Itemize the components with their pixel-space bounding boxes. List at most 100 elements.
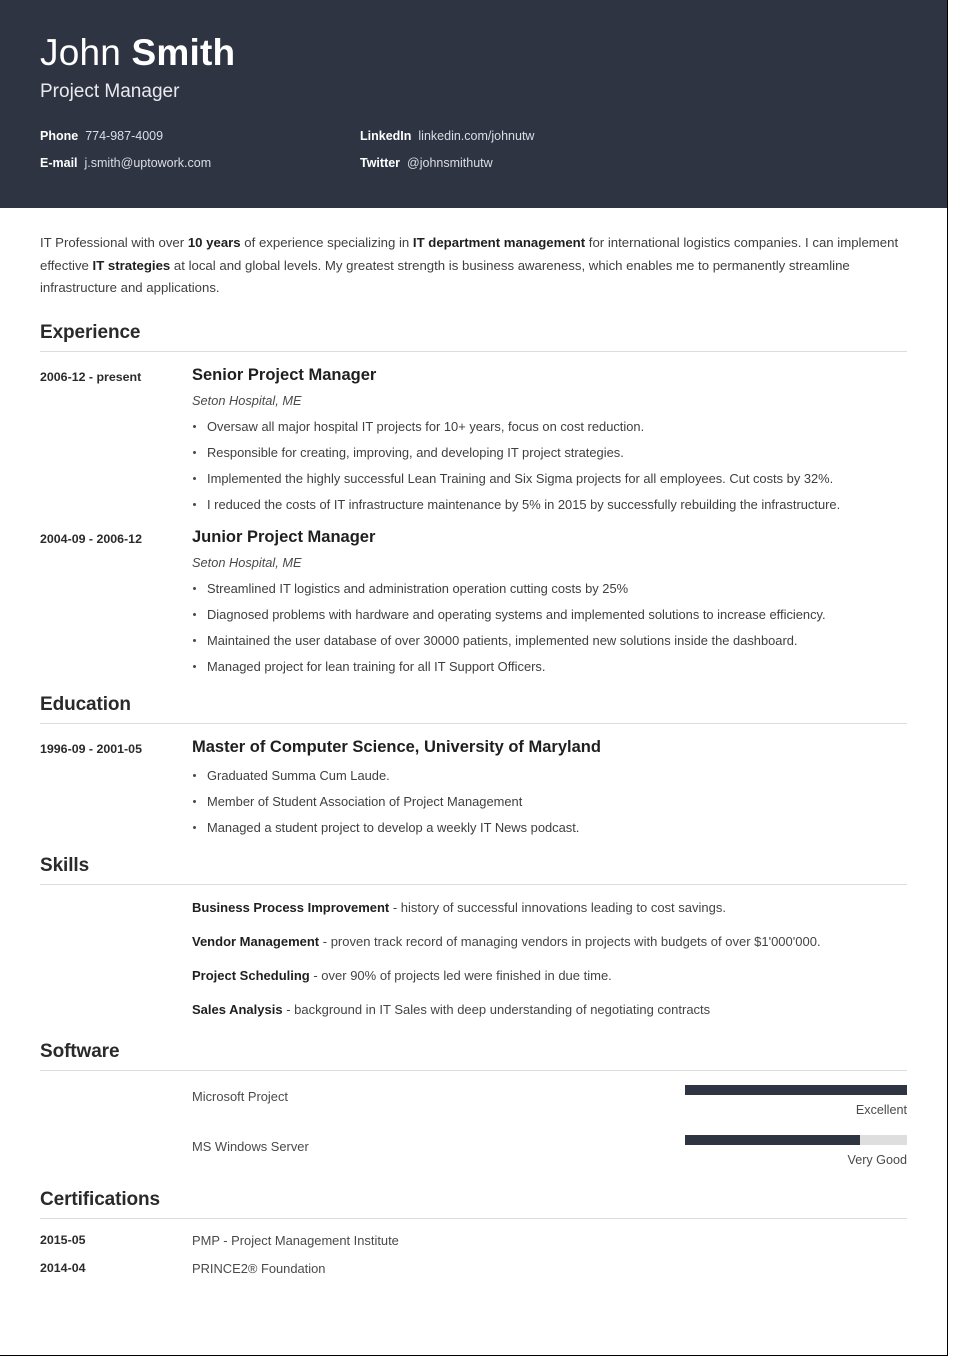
education-bullet-list: Graduated Summa Cum Laude. Member of Stu… [192, 766, 907, 837]
first-name: John [40, 32, 132, 73]
certification-date: 2015-05 [40, 1233, 86, 1248]
experience-company: Seton Hospital, ME [192, 555, 302, 571]
section-experience: Experience 2006-12 - present Senior Proj… [40, 322, 907, 676]
section-divider [40, 1070, 907, 1072]
skill-name: Business Process Improvement [192, 900, 390, 916]
section-divider [40, 884, 907, 886]
summary-part-1: IT Professional with over [40, 235, 188, 250]
resume-body: IT Professional with over 10 years of ex… [0, 232, 947, 1276]
experience-entry: 2004-09 - 2006-12 Junior Project Manager… [40, 528, 907, 676]
skill-description: - proven track record of managing vendor… [319, 933, 821, 949]
software-item: Microsoft Project Excellent [40, 1085, 907, 1117]
education-date: 1996-09 - 2001-05 [40, 741, 142, 756]
skill-description: - over 90% of projects led were finished… [309, 967, 612, 983]
certification-date: 2014-04 [40, 1261, 86, 1276]
section-certifications: Certifications 2015-05 PMP - Project Man… [40, 1189, 907, 1276]
experience-entry: 2006-12 - present Senior Project Manager… [40, 366, 907, 514]
summary-bold-2: IT department management [412, 235, 586, 250]
software-proficiency-meter: Very Good [685, 1135, 907, 1167]
resume-header: John Smith Project Manager Phone 774-987… [0, 0, 947, 208]
resume-page: John Smith Project Manager Phone 774-987… [0, 0, 948, 1356]
skill-name: Sales Analysis [192, 1001, 283, 1017]
skill-item: Vendor Management - proven track record … [40, 933, 907, 952]
contact-phone-label: Phone [40, 128, 79, 143]
software-level-label: Very Good [847, 1153, 907, 1168]
contact-twitter-value[interactable]: @johnsmithutw [407, 156, 493, 170]
layout-spacer [40, 967, 192, 986]
contact-email: E-mail j.smith@uptowork.com [40, 156, 360, 170]
summary-bold-3: IT strategies [92, 257, 171, 273]
layout-spacer [40, 1001, 192, 1020]
section-title-education: Education [40, 693, 131, 715]
section-education: Education 1996-09 - 2001-05 Master of Co… [40, 694, 907, 837]
experience-company: Seton Hospital, ME [192, 393, 302, 409]
section-title-skills: Skills [40, 855, 90, 877]
experience-details: Junior Project Manager Seton Hospital, M… [192, 528, 907, 676]
certification-name: PMP - Project Management Institute [192, 1233, 399, 1249]
proficiency-track [685, 1135, 907, 1146]
certification-item: 2014-04 PRINCE2® Foundation [40, 1261, 907, 1276]
contact-row: Phone 774-987-4009 LinkedIn linkedin.com… [40, 129, 907, 143]
contact-email-label: E-mail [40, 155, 78, 170]
contact-linkedin-label: LinkedIn [360, 128, 412, 143]
contact-linkedin: LinkedIn linkedin.com/johnutw [360, 129, 534, 143]
experience-role: Junior Project Manager [192, 528, 376, 547]
list-item: Streamlined IT logistics and administrat… [192, 579, 907, 598]
candidate-job-title: Project Manager [40, 80, 180, 102]
list-item: Graduated Summa Cum Laude. [192, 766, 907, 785]
list-item: Managed a student project to develop a w… [192, 818, 907, 837]
list-item: Oversaw all major hospital IT projects f… [192, 417, 907, 436]
candidate-name: John Smith [40, 32, 907, 73]
education-degree: Master of Computer Science, University o… [192, 737, 601, 756]
skill-name: Vendor Management [192, 933, 320, 949]
contact-twitter: Twitter @johnsmithutw [360, 156, 493, 170]
experience-bullet-list: Streamlined IT logistics and administrat… [192, 579, 907, 676]
list-item: Diagnosed problems with hardware and ope… [192, 605, 907, 624]
software-level-label: Excellent [855, 1103, 907, 1118]
contact-row: E-mail j.smith@uptowork.com Twitter @joh… [40, 156, 907, 170]
layout-spacer [40, 933, 192, 952]
list-item: Maintained the user database of over 300… [192, 631, 907, 650]
section-divider [40, 1218, 907, 1220]
last-name: Smith [131, 32, 236, 73]
list-item: Responsible for creating, improving, and… [192, 443, 907, 462]
experience-date: 2004-09 - 2006-12 [40, 532, 142, 547]
experience-details: Senior Project Manager Seton Hospital, M… [192, 366, 907, 514]
experience-date: 2006-12 - present [40, 370, 142, 385]
software-name: Microsoft Project [192, 1089, 288, 1105]
contact-twitter-label: Twitter [360, 155, 401, 170]
contact-email-value[interactable]: j.smith@uptowork.com [85, 156, 212, 170]
software-item: MS Windows Server Very Good [40, 1135, 907, 1167]
section-title-experience: Experience [40, 322, 141, 344]
experience-bullet-list: Oversaw all major hospital IT projects f… [192, 417, 907, 514]
section-divider [40, 351, 907, 353]
section-software: Software Microsoft Project Excellent MS … [40, 1041, 907, 1167]
section-title-certifications: Certifications [40, 1189, 161, 1211]
skill-description: - background in IT Sales with deep under… [282, 1001, 711, 1017]
skill-text: Sales Analysis - background in IT Sales … [192, 1001, 907, 1020]
section-skills: Skills Business Process Improvement - hi… [40, 855, 907, 1019]
list-item: Managed project for lean training for al… [192, 657, 907, 676]
contact-linkedin-value[interactable]: linkedin.com/johnutw [418, 129, 534, 143]
skill-text: Vendor Management - proven track record … [192, 933, 907, 952]
list-item: Implemented the highly successful Lean T… [192, 469, 907, 488]
experience-role: Senior Project Manager [192, 366, 377, 385]
education-details: Master of Computer Science, University o… [192, 738, 907, 837]
proficiency-fill [685, 1085, 907, 1096]
skill-text: Business Process Improvement - history o… [192, 899, 907, 918]
section-divider [40, 722, 907, 724]
software-name: MS Windows Server [192, 1139, 309, 1155]
list-item: Member of Student Association of Project… [192, 792, 907, 811]
education-entry: 1996-09 - 2001-05 Master of Computer Sci… [40, 738, 907, 837]
summary-part-2: of experience specializing in [240, 235, 413, 250]
section-title-software: Software [40, 1041, 120, 1063]
list-item: I reduced the costs of IT infrastructure… [192, 495, 907, 514]
certification-item: 2015-05 PMP - Project Management Institu… [40, 1233, 907, 1248]
skill-item: Sales Analysis - background in IT Sales … [40, 1001, 907, 1020]
contact-phone-value[interactable]: 774-987-4009 [85, 129, 163, 143]
proficiency-fill [685, 1135, 861, 1146]
professional-summary: IT Professional with over 10 years of ex… [40, 232, 907, 300]
summary-bold-1: 10 years [187, 235, 241, 250]
contact-phone: Phone 774-987-4009 [40, 129, 360, 143]
skill-item: Project Scheduling - over 90% of project… [40, 967, 907, 986]
